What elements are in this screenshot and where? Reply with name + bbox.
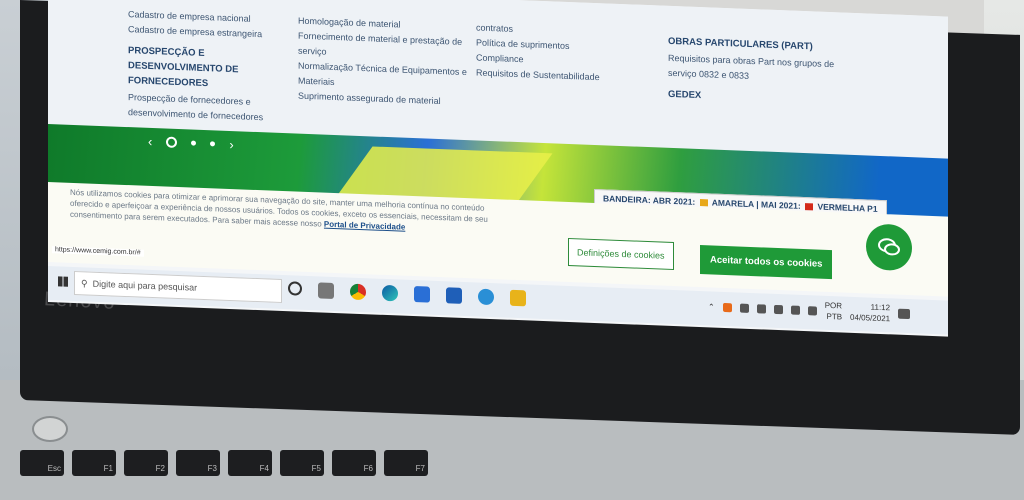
tray-volume-icon[interactable] [807, 305, 817, 316]
accept-cookies-button[interactable]: Aceitar todos os cookies [700, 245, 833, 280]
carousel-dot-3[interactable] [210, 141, 216, 147]
mail-icon[interactable] [446, 287, 462, 304]
language-indicator[interactable]: POR PTB [825, 300, 842, 323]
clock-date: 04/05/2021 [850, 312, 891, 324]
search-placeholder: Digite aqui para pesquisar [92, 278, 198, 293]
menu-link[interactable]: Requisitos para obras Part nos grupos de… [668, 51, 838, 88]
lock-app-icon[interactable] [510, 289, 526, 307]
tray-sync-icon[interactable] [756, 303, 766, 314]
edge-icon[interactable] [382, 284, 398, 302]
tray-battery-icon[interactable] [773, 304, 783, 314]
key: F1 [72, 450, 116, 476]
carousel-dot-1[interactable] [166, 136, 178, 148]
key: F5 [280, 450, 324, 476]
menu-heading[interactable]: PROSPECÇÃO E DESENVOLVIMENTO DE FORNECED… [128, 43, 298, 95]
system-tray: ⌃ POR PTB 11:12 04/05/2021 [708, 295, 911, 325]
tray-app-icon[interactable] [722, 302, 732, 312]
taskbar-search[interactable]: ⚲ Digite aqui para pesquisar [74, 270, 282, 303]
tray-wifi-icon[interactable] [790, 305, 800, 315]
clock[interactable]: 11:12 04/05/2021 [850, 301, 890, 325]
key: F4 [228, 450, 272, 476]
carousel-dot-2[interactable] [191, 140, 197, 146]
carousel-controls: ‹ › [148, 134, 234, 152]
notifications-icon[interactable] [898, 308, 911, 320]
keyboard-keys: Esc F1 F2 F3 F4 F5 F6 F7 [20, 450, 428, 476]
key: F3 [176, 450, 220, 476]
key: Esc [20, 450, 64, 476]
menu-link[interactable]: Prospecção de fornecedores e desenvolvim… [128, 90, 298, 127]
tray-camera-icon[interactable] [739, 303, 749, 313]
menu-column-4: OBRAS PARTICULARES (PART) Requisitos para… [668, 28, 838, 111]
search-icon: ⚲ [81, 277, 88, 289]
store-icon[interactable] [414, 286, 430, 303]
keyboard-layout: PTB [826, 311, 843, 322]
task-view-icon[interactable] [288, 281, 302, 296]
taskbar-apps [288, 281, 526, 307]
key: F7 [384, 450, 428, 476]
cookie-settings-button[interactable]: Definições de cookies [568, 237, 674, 271]
key: F2 [124, 450, 168, 476]
chrome-icon[interactable] [350, 283, 366, 301]
multitask-icon[interactable] [318, 282, 334, 299]
chat-icon [878, 238, 900, 256]
carousel-next-icon[interactable]: › [229, 137, 233, 152]
power-button [32, 416, 68, 442]
menu-heading[interactable]: GEDEX [668, 87, 838, 109]
internet-explorer-icon[interactable] [478, 288, 494, 306]
laptop-screen: Cadastro de empresa nacional Cadastro de … [48, 0, 948, 337]
menu-column-1: Cadastro de empresa nacional Cadastro de … [128, 7, 298, 127]
chat-button[interactable] [866, 223, 912, 272]
menu-column-3: contratos Política de suprimentos Complian… [476, 20, 646, 87]
key: F6 [332, 450, 376, 476]
status-url: https://www.cemig.com.br/# [52, 246, 144, 257]
menu-column-2: Homologação de material Fornecimento de m… [298, 14, 468, 111]
language-code: POR [824, 300, 843, 311]
tray-chevron-icon[interactable]: ⌃ [708, 302, 715, 311]
privacy-portal-link[interactable]: Portal de Privacidade [324, 220, 405, 232]
windows-start-icon[interactable] [58, 276, 68, 287]
carousel-prev-icon[interactable]: ‹ [148, 134, 152, 149]
flag-yellow-icon [699, 199, 708, 207]
flag-red-icon [805, 203, 814, 211]
